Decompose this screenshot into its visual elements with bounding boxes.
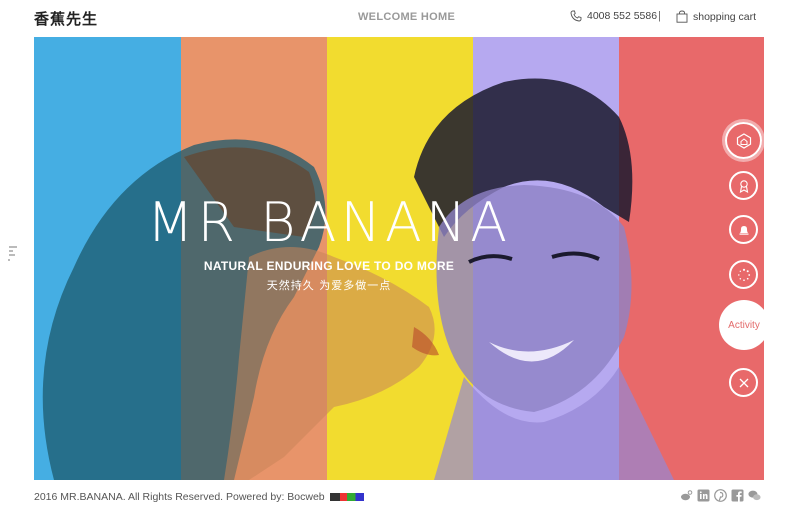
header-divider: |: [658, 10, 661, 22]
wechat-icon[interactable]: [748, 489, 761, 502]
weibo-icon[interactable]: [680, 489, 693, 502]
welcome-home-link[interactable]: WELCOME HOME: [358, 11, 455, 23]
social-links: [680, 489, 761, 502]
loading-icon: [737, 268, 750, 281]
linkedin-icon[interactable]: [697, 489, 710, 502]
phone-number: 4008 552 5586: [587, 10, 658, 22]
facebook-icon[interactable]: [731, 489, 744, 502]
hero-tagline-cn: 天然持久 为爱多做一点: [266, 279, 392, 292]
phone-contact[interactable]: 4008 552 5586: [570, 10, 657, 22]
hero-tagline-en: NATURAL ENDURING LOVE TO DO MORE: [203, 259, 455, 273]
loading-button[interactable]: [729, 260, 758, 289]
close-button[interactable]: [729, 368, 758, 397]
header: 香蕉先生 WELCOME HOME 4008 552 5586 | shoppi…: [0, 0, 800, 37]
shopping-bag-icon: [676, 10, 688, 23]
footer: 2016 MR.BANANA. All Rights Reserved. Pow…: [0, 480, 800, 515]
shopping-cart-label: shopping cart: [693, 10, 757, 23]
award-button[interactable]: [729, 171, 758, 200]
copyright-text: 2016 MR.BANANA. All Rights Reserved. Pow…: [34, 491, 325, 503]
copyright: 2016 MR.BANANA. All Rights Reserved. Pow…: [34, 491, 364, 503]
hero-title: MR BANANA: [146, 191, 512, 254]
home-button[interactable]: [725, 122, 762, 159]
shopping-cart-link[interactable]: shopping cart: [676, 10, 756, 23]
bocweb-badge-icon[interactable]: [329, 493, 364, 501]
side-menu-icon[interactable]: [6, 244, 18, 266]
logo[interactable]: 香蕉先生: [34, 8, 98, 29]
activity-button[interactable]: Activity: [719, 300, 769, 350]
award-icon: [739, 179, 748, 193]
close-icon: [739, 378, 748, 387]
pinterest-icon[interactable]: [714, 489, 727, 502]
notification-button[interactable]: [729, 215, 758, 244]
bell-icon: [739, 225, 748, 235]
home-icon: [736, 132, 751, 149]
phone-icon: [570, 10, 582, 22]
hero-banner[interactable]: MR BANANA NATURAL ENDURING LOVE TO DO MO…: [34, 37, 764, 480]
